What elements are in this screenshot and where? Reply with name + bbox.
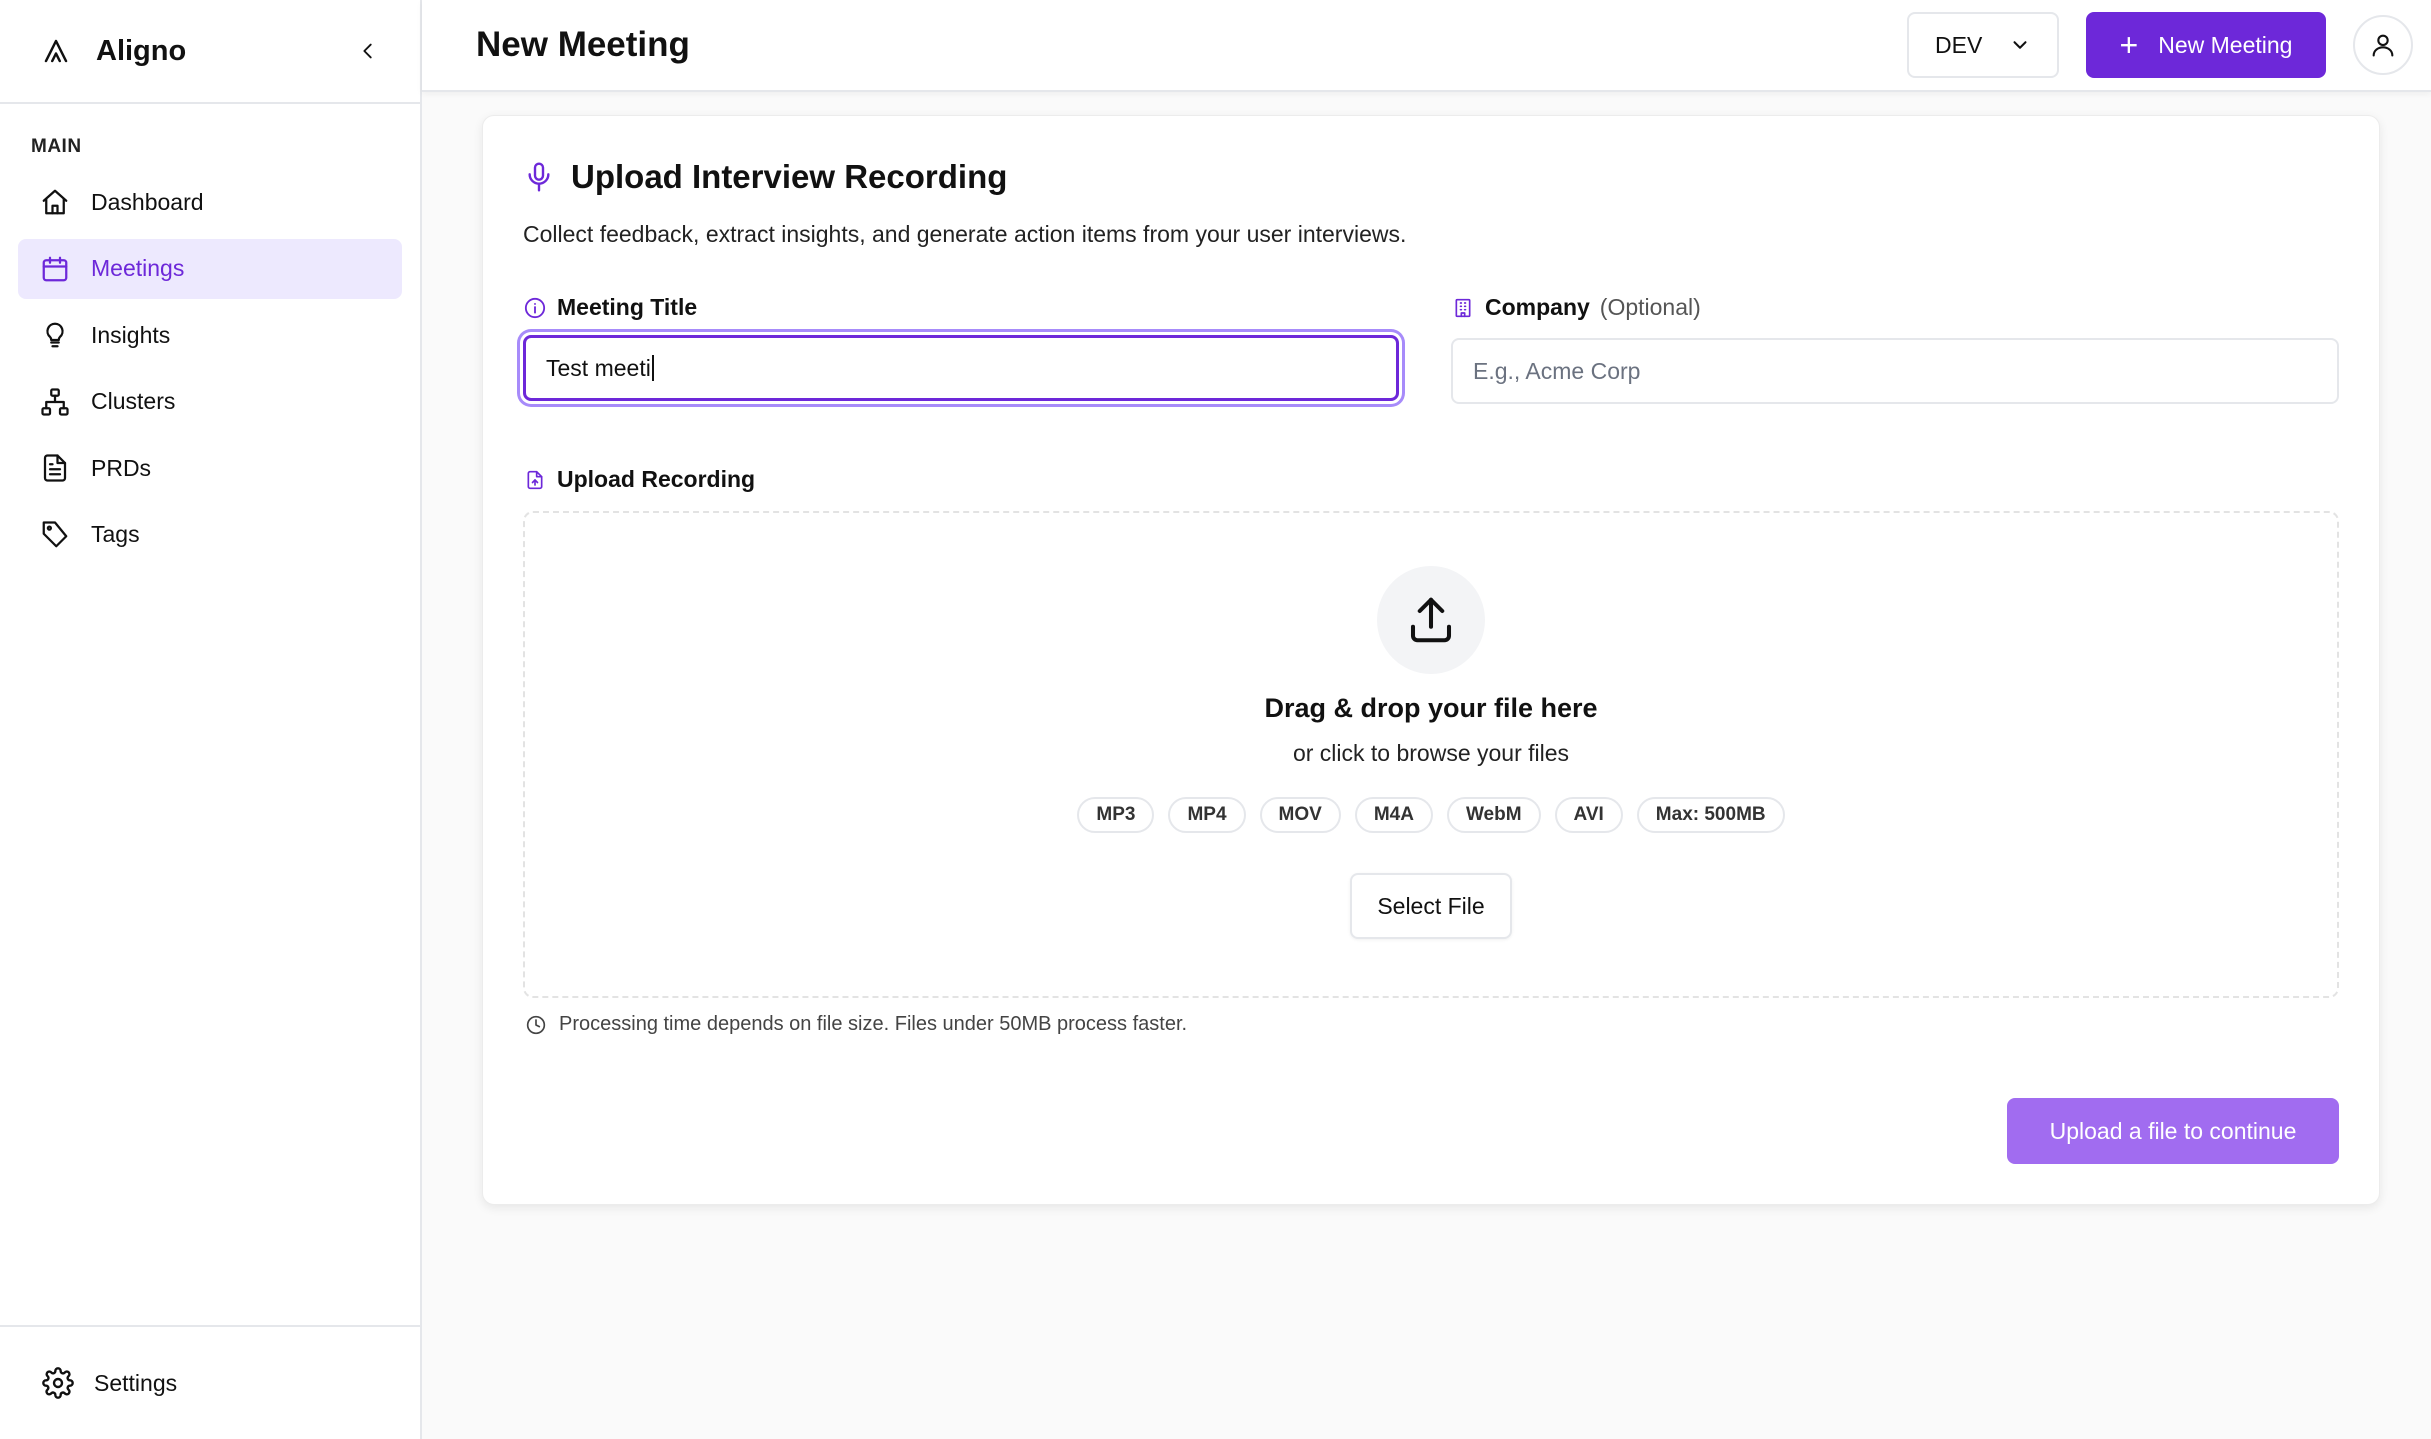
format-chip: MOV: [1259, 797, 1341, 833]
text-caret: [651, 355, 654, 381]
card-header: Upload Interview Recording: [523, 158, 1007, 196]
file-dropzone[interactable]: Drag & drop your file here or click to b…: [523, 511, 2339, 998]
app-name: Aligno: [96, 34, 187, 67]
sidebar-item-label: PRDs: [91, 454, 152, 481]
company-placeholder: E.g., Acme Corp: [1473, 357, 1641, 384]
processing-note-text: Processing time depends on file size. Fi…: [559, 1013, 1188, 1035]
sidebar-item-clusters[interactable]: Clusters: [18, 372, 402, 432]
plus-icon: +: [2119, 27, 2139, 63]
format-chip: MP4: [1168, 797, 1246, 833]
microphone-icon: [523, 161, 555, 193]
meeting-title-label-text: Meeting Title: [557, 294, 698, 320]
calendar-icon: [38, 252, 72, 286]
upload-card: Upload Interview Recording Collect feedb…: [482, 115, 2380, 1205]
collapse-sidebar-icon[interactable]: [350, 33, 386, 69]
sidebar-item-dashboard[interactable]: Dashboard: [18, 172, 402, 232]
user-icon: [2369, 31, 2397, 59]
brand-header: Aligno: [0, 0, 420, 104]
sidebar-item-label: Dashboard: [91, 188, 204, 215]
company-optional-text: (Optional): [1599, 294, 1701, 320]
settings-label: Settings: [94, 1369, 178, 1396]
chevron-down-icon: [2009, 34, 2031, 56]
format-chip: AVI: [1554, 797, 1623, 833]
section-label-main: MAIN: [31, 136, 82, 157]
upload-submit-button[interactable]: Upload a file to continue: [2007, 1098, 2339, 1164]
upload-recording-label-text: Upload Recording: [557, 466, 756, 492]
gear-icon: [42, 1367, 74, 1399]
tag-icon: [38, 518, 72, 552]
company-label: Company (Optional): [1451, 294, 1701, 321]
file-upload-icon: [523, 468, 547, 492]
sidebar-item-label: Clusters: [91, 388, 176, 414]
dropzone-subtitle: or click to browse your files: [1292, 740, 1570, 766]
upload-recording-label: Upload Recording: [523, 466, 755, 493]
aligno-logo-icon: [38, 33, 74, 69]
document-icon: [38, 451, 72, 485]
format-chip: WebM: [1446, 797, 1541, 833]
sidebar-item-meetings[interactable]: Meetings: [18, 238, 402, 299]
building-icon: [1451, 296, 1475, 320]
sidebar-item-label: Meetings: [91, 255, 185, 281]
format-chips: MP3 MP4 MOV M4A WebM AVI Max: 500MB: [525, 797, 2337, 833]
meeting-title-value: Test meeti: [546, 354, 651, 381]
sidebar-nav: Dashboard Meetings Insights Clusters PRD…: [0, 172, 420, 565]
info-icon: [523, 296, 547, 320]
environment-select[interactable]: DEV: [1907, 12, 2059, 78]
clock-icon: [525, 1014, 547, 1036]
card-title: Upload Interview Recording: [571, 158, 1008, 195]
company-input[interactable]: E.g., Acme Corp: [1451, 338, 2339, 404]
top-header: New Meeting DEV + New Meeting: [422, 0, 2431, 92]
select-file-button[interactable]: Select File: [1350, 873, 1512, 939]
meeting-title-input[interactable]: Test meeti: [523, 335, 1399, 401]
new-meeting-button[interactable]: + New Meeting: [2086, 12, 2326, 78]
sidebar-item-prds[interactable]: PRDs: [18, 438, 402, 498]
upload-icon-circle: [1377, 566, 1485, 674]
processing-note: Processing time depends on file size. Fi…: [525, 1013, 1187, 1036]
sidebar-item-label: Insights: [91, 321, 171, 348]
lightbulb-icon: [38, 318, 72, 352]
user-menu-button[interactable]: [2353, 15, 2413, 75]
network-icon: [38, 385, 72, 419]
sidebar-item-insights[interactable]: Insights: [18, 305, 402, 365]
new-meeting-label: New Meeting: [2158, 31, 2293, 58]
environment-value: DEV: [1935, 31, 1983, 58]
dropzone-title: Drag & drop your file here: [1264, 693, 1598, 723]
meeting-title-label: Meeting Title: [523, 294, 697, 321]
sidebar-item-label: Tags: [91, 521, 140, 547]
sidebar-item-settings[interactable]: Settings: [0, 1325, 420, 1439]
format-chip: MP3: [1077, 797, 1155, 833]
max-size-chip: Max: 500MB: [1636, 797, 1785, 833]
sidebar-item-tags[interactable]: Tags: [18, 505, 402, 565]
upload-icon: [1404, 593, 1458, 647]
page-title: New Meeting: [476, 25, 690, 64]
format-chip: M4A: [1354, 797, 1433, 833]
home-icon: [38, 185, 72, 219]
card-description: Collect feedback, extract insights, and …: [523, 221, 1407, 247]
company-label-text: Company: [1485, 294, 1590, 320]
sidebar: Aligno MAIN Dashboard Meetings Insights: [0, 0, 422, 1439]
